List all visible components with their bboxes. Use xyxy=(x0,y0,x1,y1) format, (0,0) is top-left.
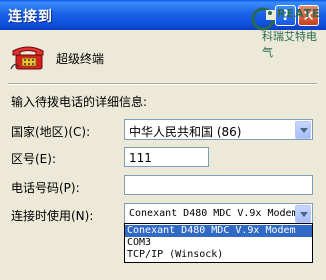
instruction-text: 输入待拨电话的详细信息: xyxy=(11,95,148,109)
phone-number-input[interactable] xyxy=(124,175,313,195)
connect-to-dialog: 连接到 ? ✕ REATE 科瑞艾特电气 超级终端 输入待拨电话的详细信息: 国… xyxy=(0,0,326,280)
area-code-label: 区号(E): xyxy=(11,152,56,166)
option-modem[interactable]: Conexant D480 MDC V.9x Modem xyxy=(125,225,312,237)
logo-text: REATE xyxy=(277,7,321,20)
connect-using-options: Conexant D480 MDC V.9x Modem COM3 TCP/IP… xyxy=(124,223,313,263)
country-select[interactable]: 中华人民共和国 (86) xyxy=(124,119,313,140)
phone-icon xyxy=(10,46,44,70)
option-tcpip[interactable]: TCP/IP (Winsock) xyxy=(125,249,312,261)
country-dropdown-button[interactable] xyxy=(295,121,311,139)
connect-using-select[interactable]: Conexant D480 MDC V.9x Modem xyxy=(124,203,313,224)
phone-number-label: 电话号码(P): xyxy=(11,181,80,195)
country-label: 国家(地区)(C): xyxy=(11,125,91,139)
option-com3[interactable]: COM3 xyxy=(125,237,312,249)
window-title: 连接到 xyxy=(8,9,53,25)
country-value: 中华人民共和国 (86) xyxy=(129,125,242,139)
separator xyxy=(8,83,317,85)
connect-using-value: Conexant D480 MDC V.9x Modem xyxy=(129,208,298,219)
connect-using-label: 连接时使用(N): xyxy=(11,209,94,223)
logo-company: 科瑞艾特电气 xyxy=(262,30,317,59)
area-code-input[interactable]: 111 xyxy=(124,147,209,167)
area-code-value: 111 xyxy=(129,151,152,165)
connection-name: 超级终端 xyxy=(56,52,105,66)
connect-using-dropdown-button[interactable] xyxy=(295,205,311,223)
